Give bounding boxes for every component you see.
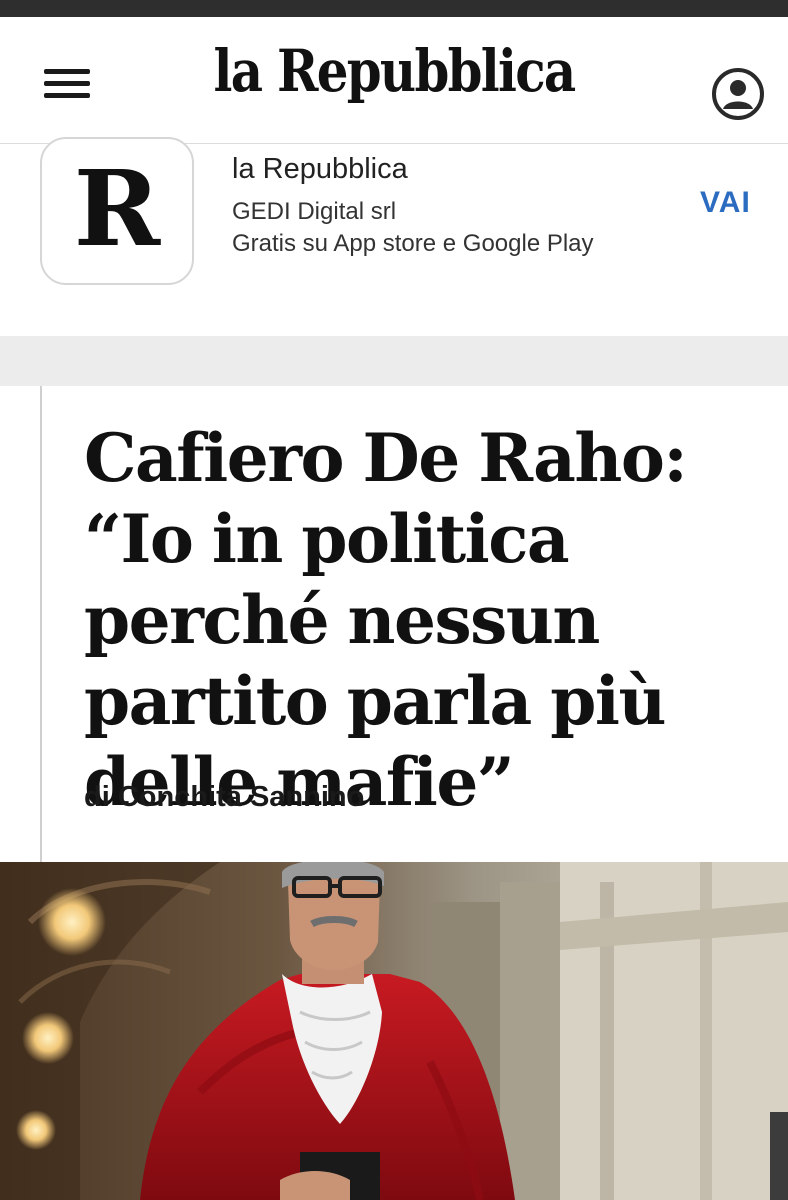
- top-navigation-bar: la Repubblica: [0, 17, 788, 144]
- article-left-rule: [40, 386, 42, 862]
- app-name: la Repubblica: [232, 153, 408, 185]
- app-availability: Gratis su App store e Google Play: [232, 230, 594, 257]
- user-account-icon[interactable]: [711, 67, 765, 121]
- app-publisher: GEDI Digital srl: [232, 198, 397, 225]
- site-logo[interactable]: la Repubblica: [55, 37, 733, 105]
- section-divider: [0, 336, 788, 386]
- article-headline[interactable]: Cafiero De Raho: “Io in politica perché …: [84, 418, 784, 823]
- open-app-button[interactable]: VAI: [700, 186, 751, 220]
- article-byline[interactable]: di Conchita Sannino: [84, 781, 364, 814]
- status-bar: [0, 0, 788, 17]
- app-icon[interactable]: R: [40, 137, 194, 285]
- app-icon-letter: R: [73, 147, 161, 270]
- article-photo[interactable]: [0, 862, 788, 1200]
